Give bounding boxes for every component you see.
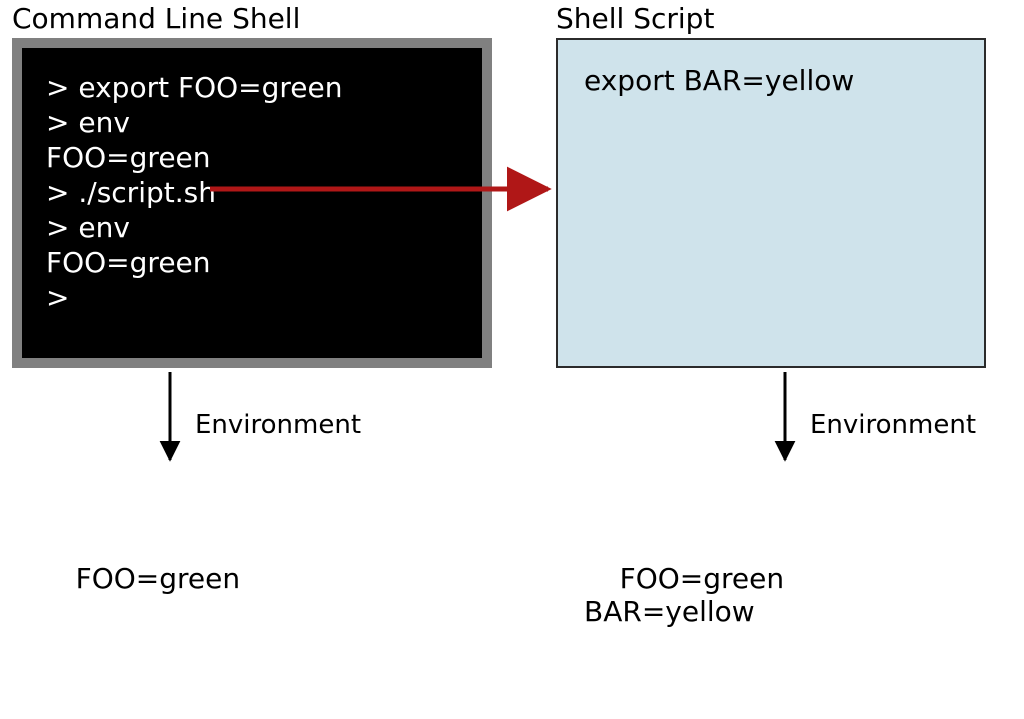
diagram-canvas: Command Line Shell Shell Script > export… bbox=[0, 0, 1024, 719]
script-box: export BAR=yellow bbox=[556, 38, 986, 368]
environment-text-left: FOO=green bbox=[76, 562, 241, 595]
terminal-frame: > export FOO=green > env FOO=green > ./s… bbox=[12, 38, 492, 368]
environment-text-right: FOO=green BAR=yellow bbox=[584, 562, 784, 628]
environment-label-right: Environment bbox=[810, 410, 976, 440]
title-command-line-shell: Command Line Shell bbox=[12, 2, 300, 35]
environment-box-left: FOO=green bbox=[12, 468, 432, 688]
environment-box-right: FOO=green BAR=yellow bbox=[556, 468, 976, 688]
environment-label-left: Environment bbox=[195, 410, 361, 440]
terminal-content: > export FOO=green > env FOO=green > ./s… bbox=[22, 48, 482, 358]
title-shell-script: Shell Script bbox=[556, 2, 714, 35]
